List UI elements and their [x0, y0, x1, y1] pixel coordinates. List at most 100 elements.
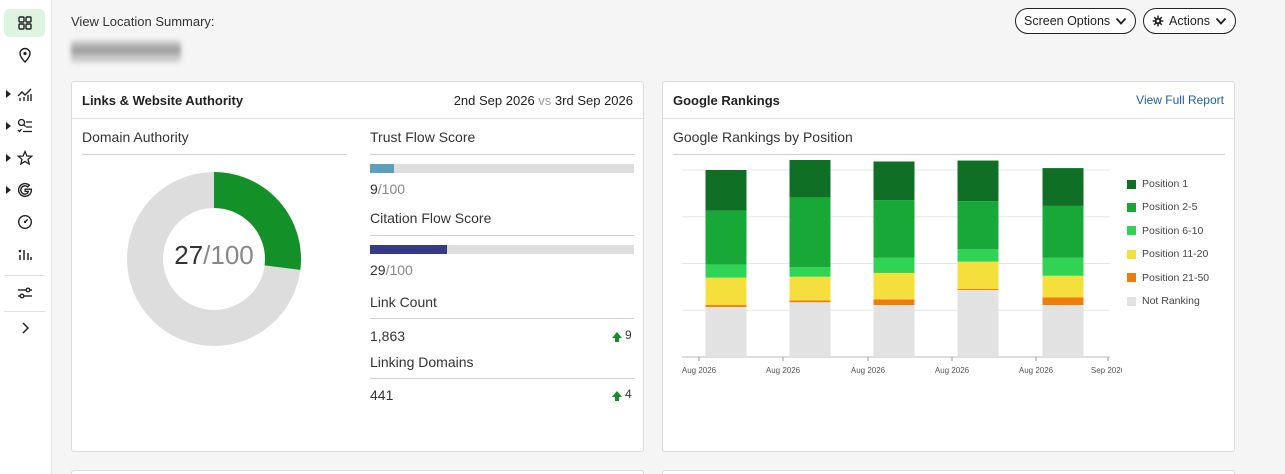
legend-label: Position 11-20 — [1142, 248, 1209, 261]
bar-segment[interactable] — [705, 305, 747, 307]
x-tick-label: Sep 2026 — [1091, 366, 1122, 375]
actions-button[interactable]: Actions — [1143, 8, 1236, 34]
legend-swatch — [1127, 202, 1136, 212]
bar-segment[interactable] — [705, 306, 747, 357]
dashboard-icon — [17, 16, 32, 30]
bar-segment[interactable] — [1042, 168, 1084, 206]
rankings-chart-heading: Google Rankings by Position — [673, 129, 853, 145]
bar-segment[interactable] — [1042, 297, 1084, 306]
link-count-value: 1,863 — [370, 328, 406, 344]
bar-segment[interactable] — [957, 289, 999, 357]
x-tick-label: Aug 2026 — [682, 366, 717, 375]
link-count-heading: Link Count — [370, 294, 437, 310]
x-tick-label: Aug 2026 — [935, 366, 970, 375]
citation-flow-heading: Citation Flow Score — [370, 210, 492, 226]
bar-segment[interactable] — [789, 276, 831, 301]
sidebar-item-rank-tracker[interactable] — [4, 112, 45, 140]
legend-label: Not Ranking — [1142, 295, 1200, 307]
legend-swatch — [1127, 249, 1136, 259]
bar-segment[interactable] — [873, 272, 915, 300]
link-count-delta-value: 9 — [625, 328, 632, 342]
location-name-redacted — [71, 40, 181, 64]
bar-segment[interactable] — [873, 200, 915, 258]
legend-label: Position 6-10 — [1142, 224, 1204, 237]
screen-options-label: Screen Options — [1024, 14, 1111, 28]
arrow-up-icon — [612, 332, 622, 342]
bar-segment[interactable] — [1042, 275, 1084, 298]
vs-label: vs — [538, 93, 552, 108]
legend-label: Position 21-50 — [1142, 271, 1210, 284]
bar-segment[interactable] — [957, 201, 999, 250]
actions-label: Actions — [1169, 14, 1210, 28]
view-full-report-link[interactable]: View Full Report — [1136, 93, 1224, 107]
sidebar-item-reports[interactable] — [4, 240, 45, 268]
bar-segment[interactable] — [957, 289, 999, 290]
gear-icon — [1152, 15, 1164, 27]
legend-label: Position 2-5 — [1142, 201, 1198, 214]
bar-segment[interactable] — [1042, 205, 1084, 258]
arrow-up-icon — [612, 391, 622, 401]
sidebar-item-analytics[interactable] — [4, 80, 45, 108]
x-tick-label: Aug 2026 — [851, 366, 886, 375]
sidebar-item-settings[interactable] — [4, 279, 45, 307]
citation-flow-max: /100 — [385, 262, 413, 278]
sidebar-item-locations[interactable] — [4, 41, 45, 69]
bar-segment[interactable] — [789, 160, 831, 198]
citation-flow-value: 29 — [370, 262, 386, 278]
card-title: Google Rankings — [673, 93, 780, 108]
sidebar-item-google[interactable] — [4, 176, 45, 204]
bar-segment[interactable] — [789, 302, 831, 357]
linking-domains-delta: 4 — [612, 387, 632, 401]
bar-segment[interactable] — [873, 161, 915, 201]
legend-swatch — [1127, 179, 1136, 189]
sidebar-expand-button[interactable] — [4, 314, 45, 342]
x-tick-label: Aug 2026 — [1019, 366, 1054, 375]
domain-authority-heading: Domain Authority — [82, 129, 189, 145]
legend-item[interactable]: Position 6-10 — [1127, 225, 1203, 237]
bar-segment[interactable] — [705, 264, 747, 278]
rankings-stacked-bar-chart: Aug 2026 Aug 2026 Aug 2026 Aug 2026 Aug 2026… — [682, 160, 1122, 375]
legend-item[interactable]: Position 11-20 — [1127, 248, 1208, 260]
legend-swatch — [1127, 296, 1136, 306]
legend-item[interactable]: Not Ranking — [1127, 295, 1200, 307]
bar-segment[interactable] — [873, 299, 915, 306]
da-value: 27 — [174, 240, 204, 270]
trust-flow-bar — [370, 164, 634, 173]
google-icon — [17, 182, 32, 198]
sidebar-item-speed[interactable] — [4, 208, 45, 236]
legend-label: Position 1 — [1142, 178, 1189, 190]
date-from: 2nd Sep 2026 — [453, 93, 535, 108]
legend-item[interactable]: Position 2-5 — [1127, 201, 1197, 213]
date-to: 3rd Sep 2026 — [554, 93, 633, 108]
sidebar-item-dashboard[interactable] — [4, 9, 45, 37]
bar-segment[interactable] — [873, 257, 915, 273]
sidebar-item-reviews[interactable] — [4, 144, 45, 172]
bar-segment[interactable] — [1042, 257, 1084, 276]
chevron-down-icon — [1215, 17, 1227, 25]
trust-flow-max: /100 — [377, 181, 406, 197]
bar-segment[interactable] — [873, 305, 915, 357]
linking-domains-value: 441 — [370, 387, 394, 403]
bar-segment[interactable] — [957, 249, 999, 262]
bar-segment[interactable] — [789, 267, 831, 277]
legend-item[interactable]: Position 21-50 — [1127, 272, 1209, 284]
sidebar — [0, 0, 52, 474]
date-range: 2nd Sep 2026 vs 3rd Sep 2026 — [454, 93, 633, 108]
bar-segment[interactable] — [957, 160, 999, 202]
bar-segment[interactable] — [789, 197, 831, 268]
search-list-icon — [17, 118, 32, 133]
bar-segment[interactable] — [705, 277, 747, 306]
legend-item[interactable]: Position 1 — [1127, 178, 1188, 190]
bar-segment[interactable] — [957, 261, 999, 289]
trust-flow-score: 9/100 — [370, 181, 405, 197]
bar-segment[interactable] — [1042, 305, 1084, 357]
bar-segment[interactable] — [789, 300, 831, 303]
links-authority-card: Links & Website Authority 2nd Sep 2026 v… — [71, 81, 644, 452]
card-header: Google Rankings View Full Report — [663, 82, 1234, 119]
chevron-right-icon — [21, 322, 29, 334]
next-card-right — [662, 470, 1235, 474]
bar-segment[interactable] — [705, 170, 747, 211]
bar-chart-icon — [18, 249, 32, 260]
screen-options-button[interactable]: Screen Options — [1015, 8, 1137, 34]
bar-segment[interactable] — [705, 210, 747, 265]
